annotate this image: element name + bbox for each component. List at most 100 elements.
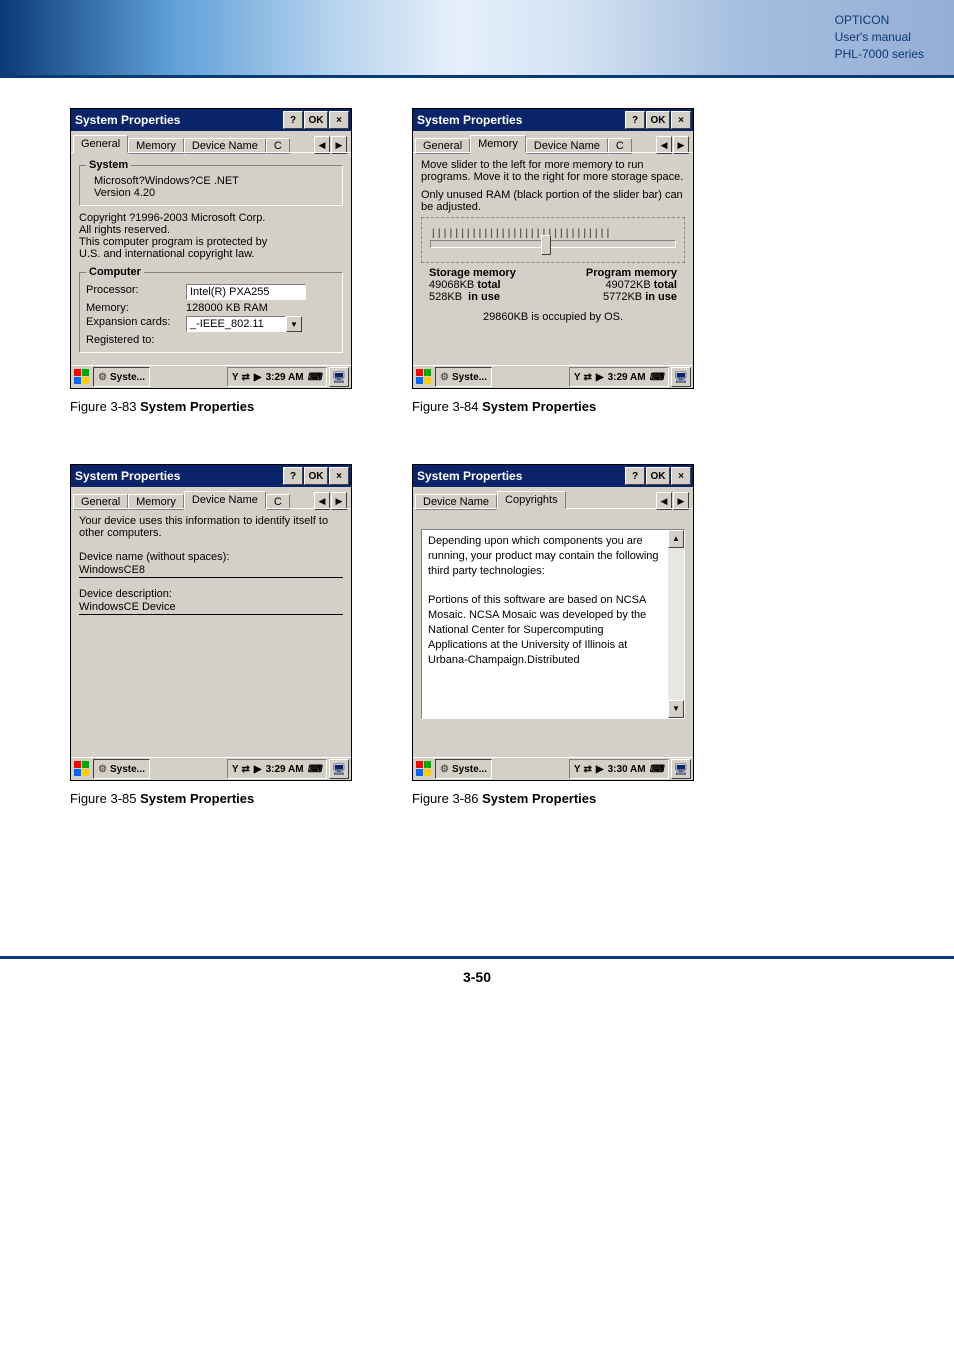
scroll-up-button[interactable]: ▲ bbox=[668, 530, 684, 548]
window-fig86: System Properties ? OK × Device Name Cop… bbox=[412, 464, 694, 781]
ok-button[interactable]: OK bbox=[646, 111, 670, 129]
taskbar-system-properties[interactable]: ⚙ Syste... bbox=[435, 759, 492, 779]
expansion-label: Expansion cards: bbox=[86, 316, 186, 332]
memory-value: 128000 KB RAM bbox=[186, 302, 268, 314]
show-desktop-button[interactable]: 🖥 bbox=[329, 367, 349, 387]
system-tray: Y ⇄ ▶ 3:29 AM ⌨ bbox=[227, 367, 327, 387]
tab-strip: Device Name Copyrights ◀ ▶ bbox=[413, 487, 693, 508]
help-button[interactable]: ? bbox=[625, 467, 645, 485]
system-tray: Y ⇄ ▶ 3:29 AM ⌨ bbox=[227, 759, 327, 779]
antenna-icon[interactable]: Y bbox=[574, 764, 580, 775]
ok-button[interactable]: OK bbox=[304, 467, 328, 485]
caption-fig85: Figure 3-85 System Properties bbox=[70, 791, 352, 806]
caption-prefix: Figure 3-86 bbox=[412, 791, 482, 806]
window-title: System Properties bbox=[417, 469, 624, 483]
tray-clock[interactable]: 3:29 AM bbox=[266, 372, 304, 383]
caption-bold: System Properties bbox=[140, 791, 254, 806]
tab-general[interactable]: General bbox=[73, 135, 128, 153]
ok-button[interactable]: OK bbox=[646, 467, 670, 485]
device-desc-input[interactable] bbox=[79, 600, 343, 615]
keyboard-icon[interactable]: ⌨ bbox=[649, 372, 665, 383]
start-button[interactable] bbox=[415, 368, 433, 386]
tab-strip: General Memory Device Name C ◀ ▶ bbox=[71, 487, 351, 508]
chevron-down-icon[interactable]: ▼ bbox=[286, 316, 302, 332]
antenna-icon[interactable]: Y bbox=[232, 764, 238, 775]
scroll-down-button[interactable]: ▼ bbox=[668, 700, 684, 718]
titlebar: System Properties ? OK × bbox=[413, 465, 693, 487]
taskbar: ⚙ Syste... Y ⇄ ▶ 3:30 AM ⌨ 🖥 bbox=[413, 757, 693, 780]
slider-thumb[interactable] bbox=[541, 235, 551, 255]
copyrights-textbox: Depending upon which components you are … bbox=[421, 529, 685, 719]
memory-slider[interactable]: ┃┃┃┃┃┃┃┃┃┃┃┃┃┃┃┃┃┃┃┃┃┃┃┃┃┃┃┃┃┃┃ bbox=[430, 240, 676, 248]
tab-panel-device-name: Your device uses this information to ide… bbox=[71, 508, 351, 757]
caption-prefix: Figure 3-84 bbox=[412, 399, 482, 414]
window-title: System Properties bbox=[75, 469, 282, 483]
caption-prefix: Figure 3-83 bbox=[70, 399, 140, 414]
taskbar-system-properties[interactable]: ⚙ Syste... bbox=[93, 759, 150, 779]
vertical-scrollbar[interactable]: ▲ ▼ bbox=[668, 530, 684, 718]
titlebar: System Properties ? OK × bbox=[413, 109, 693, 131]
keyboard-icon[interactable]: ⌨ bbox=[307, 764, 323, 775]
device-desc-label: Device description: bbox=[79, 588, 343, 600]
processor-value: Intel(R) PXA255 bbox=[186, 284, 306, 300]
scroll-track[interactable] bbox=[668, 548, 684, 700]
tab-device-name[interactable]: Device Name bbox=[184, 491, 266, 509]
computer-group: Computer Processor: Intel(R) PXA255 Memo… bbox=[79, 266, 343, 353]
close-button[interactable]: × bbox=[671, 111, 691, 129]
copyright-line1: Copyright ?1996-2003 Microsoft Corp. bbox=[79, 212, 343, 224]
show-desktop-button[interactable]: 🖥 bbox=[329, 759, 349, 779]
device-name-input[interactable] bbox=[79, 563, 343, 578]
memory-slider-box: ┃┃┃┃┃┃┃┃┃┃┃┃┃┃┃┃┃┃┃┃┃┃┃┃┃┃┃┃┃┃┃ bbox=[421, 217, 685, 263]
tab-strip: General Memory Device Name C ◀ ▶ bbox=[413, 131, 693, 152]
help-button[interactable]: ? bbox=[283, 467, 303, 485]
start-button[interactable] bbox=[415, 760, 433, 778]
start-button[interactable] bbox=[73, 760, 91, 778]
tray-clock[interactable]: 3:29 AM bbox=[266, 764, 304, 775]
copyright-text: Copyright ?1996-2003 Microsoft Corp. All… bbox=[79, 212, 343, 260]
taskbar: ⚙ Syste... Y ⇄ ▶ 3:29 AM ⌨ 🖥 bbox=[71, 365, 351, 388]
caption-bold: System Properties bbox=[482, 791, 596, 806]
system-tray: Y ⇄ ▶ 3:30 AM ⌨ bbox=[569, 759, 669, 779]
keyboard-icon[interactable]: ⌨ bbox=[307, 372, 323, 383]
network-icon[interactable]: ⇄ bbox=[583, 764, 591, 775]
start-button[interactable] bbox=[73, 368, 91, 386]
task-label: Syste... bbox=[452, 764, 487, 775]
expansion-dropdown[interactable]: _-IEEE_802.11 ▼ bbox=[186, 316, 302, 332]
caption-fig84: Figure 3-84 System Properties bbox=[412, 399, 694, 414]
network-icon[interactable]: ⇄ bbox=[241, 764, 249, 775]
help-button[interactable]: ? bbox=[625, 111, 645, 129]
window-fig85: System Properties ? OK × General Memory … bbox=[70, 464, 352, 781]
task-label: Syste... bbox=[110, 372, 145, 383]
memory-inuse: 528KB in use 5772KB in use bbox=[421, 291, 685, 303]
taskbar-system-properties[interactable]: ⚙ Syste... bbox=[93, 367, 150, 387]
close-button[interactable]: × bbox=[329, 111, 349, 129]
antenna-icon[interactable]: Y bbox=[232, 372, 238, 383]
computer-legend: Computer bbox=[86, 266, 144, 278]
taskbar-system-properties[interactable]: ⚙ Syste... bbox=[435, 367, 492, 387]
taskbar: ⚙ Syste... Y ⇄ ▶ 3:29 AM ⌨ 🖥 bbox=[71, 757, 351, 780]
network-icon[interactable]: ⇄ bbox=[241, 372, 249, 383]
titlebar: System Properties ? OK × bbox=[71, 465, 351, 487]
help-button[interactable]: ? bbox=[283, 111, 303, 129]
memory-instruction-2: Only unused RAM (black portion of the sl… bbox=[421, 189, 685, 213]
system-legend: System bbox=[86, 159, 131, 171]
window-title: System Properties bbox=[417, 113, 624, 127]
ok-button[interactable]: OK bbox=[304, 111, 328, 129]
antenna-icon[interactable]: Y bbox=[574, 372, 580, 383]
tab-memory[interactable]: Memory bbox=[470, 135, 526, 153]
storage-total: 49068KB bbox=[429, 279, 474, 291]
keyboard-icon[interactable]: ⌨ bbox=[649, 764, 665, 775]
close-button[interactable]: × bbox=[329, 467, 349, 485]
network-icon[interactable]: ⇄ bbox=[583, 372, 591, 383]
tray-clock[interactable]: 3:30 AM bbox=[608, 764, 646, 775]
memory-totals: 49068KB total 49072KB total bbox=[421, 279, 685, 291]
page-footer: 3-50 bbox=[0, 956, 954, 1015]
tray-clock[interactable]: 3:29 AM bbox=[608, 372, 646, 383]
gear-icon: ⚙ bbox=[98, 764, 107, 775]
show-desktop-button[interactable]: 🖥 bbox=[671, 367, 691, 387]
close-button[interactable]: × bbox=[671, 467, 691, 485]
show-desktop-button[interactable]: 🖥 bbox=[671, 759, 691, 779]
tab-copyrights[interactable]: Copyrights bbox=[497, 491, 566, 509]
window-fig84: System Properties ? OK × General Memory … bbox=[412, 108, 694, 389]
os-version: Version 4.20 bbox=[94, 187, 336, 199]
